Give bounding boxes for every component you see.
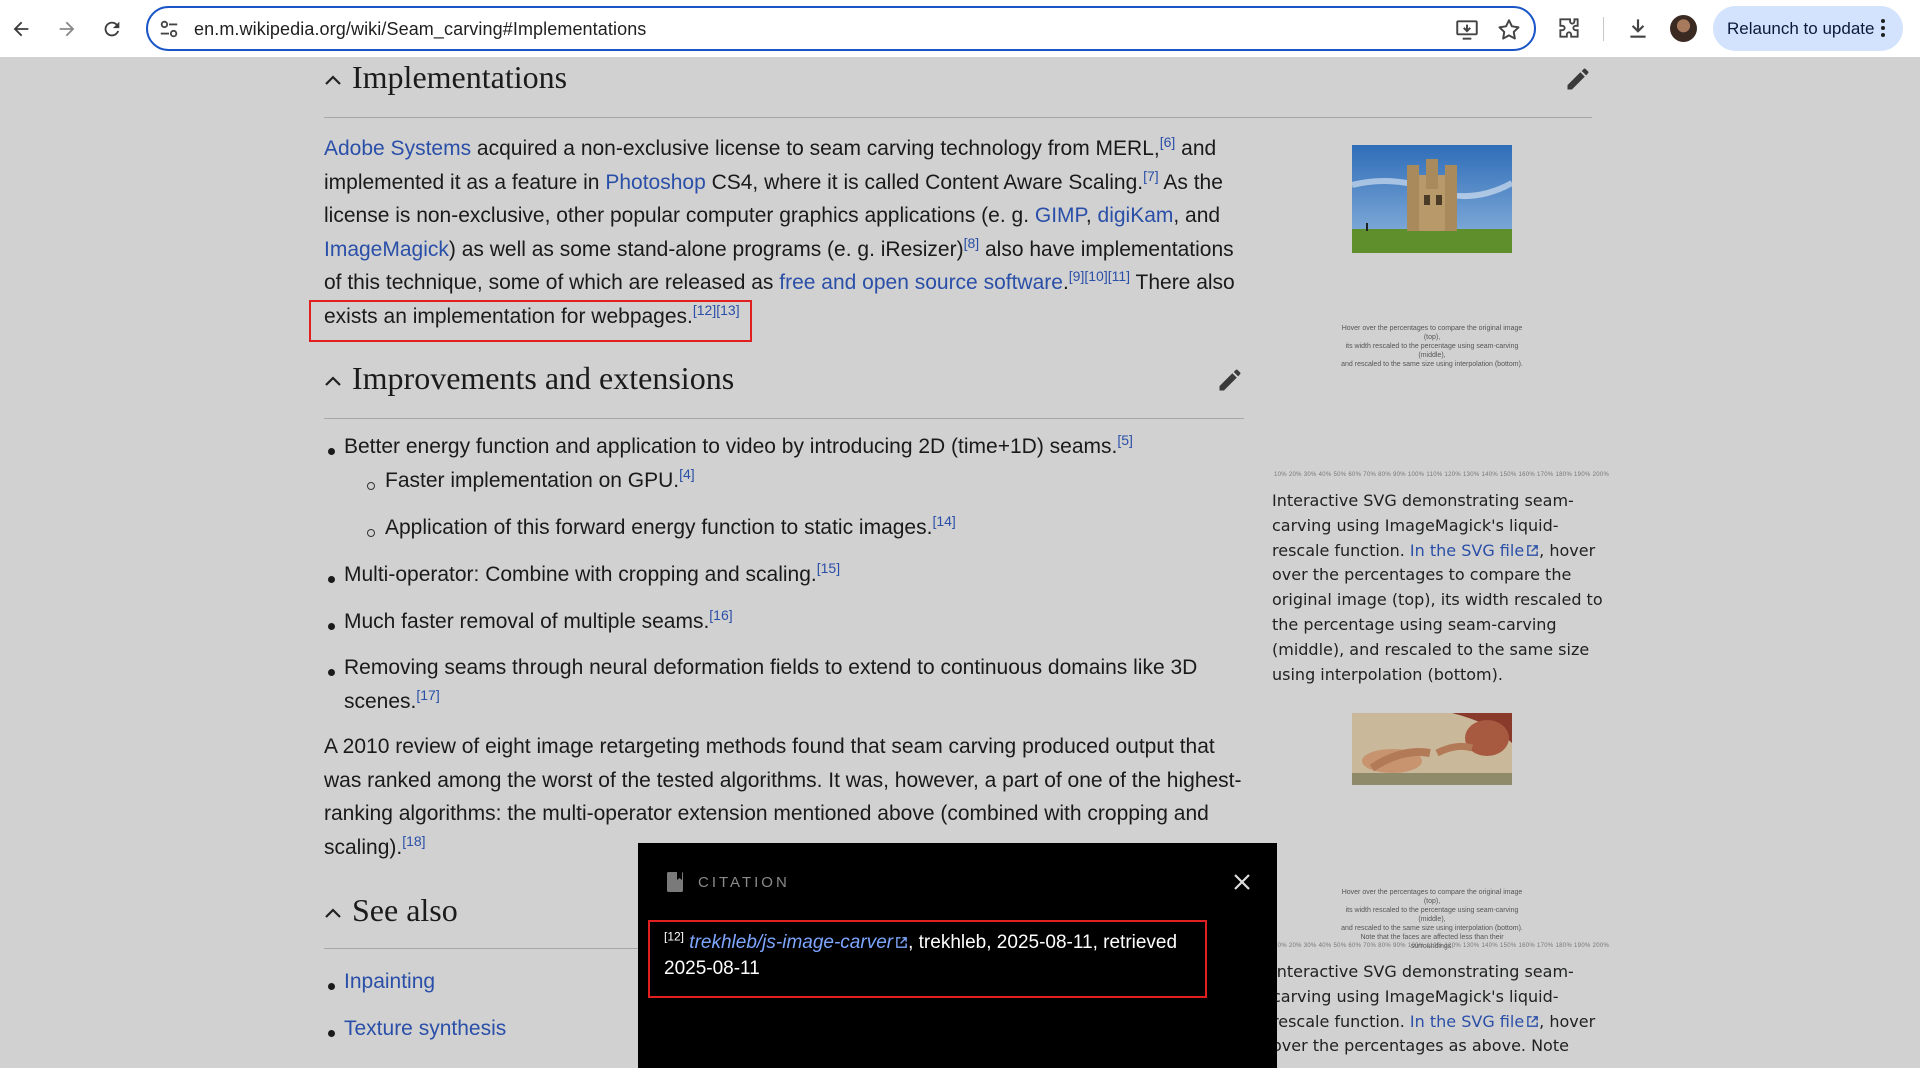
edit-pencil-icon[interactable] bbox=[1216, 366, 1244, 394]
profile-avatar[interactable] bbox=[1670, 15, 1697, 42]
section-divider bbox=[324, 117, 1592, 118]
ref-4[interactable]: [4] bbox=[679, 466, 695, 482]
link-imagemagick[interactable]: ImageMagick bbox=[324, 238, 449, 261]
bullet bbox=[328, 448, 335, 455]
sub-bullet bbox=[367, 482, 375, 490]
ref-16[interactable]: [16] bbox=[709, 607, 732, 623]
extensions-icon[interactable] bbox=[1556, 15, 1582, 41]
relaunch-button[interactable]: Relaunch to update bbox=[1713, 6, 1903, 51]
more-vert-icon[interactable] bbox=[1873, 17, 1893, 39]
install-app-icon[interactable] bbox=[1454, 17, 1480, 43]
figure2-percentage-scale[interactable]: 10% 20% 30% 40% 50% 60% 70% 80% 90% 100%… bbox=[1274, 943, 1609, 949]
reload-button[interactable] bbox=[95, 12, 129, 46]
external-link-icon bbox=[1527, 544, 1539, 556]
collapse-chevron-icon[interactable] bbox=[322, 902, 344, 924]
list-item-continued: scenes.[17] bbox=[344, 687, 440, 713]
download-icon[interactable] bbox=[1625, 15, 1651, 41]
collapse-chevron-icon[interactable] bbox=[322, 370, 344, 392]
section-divider bbox=[324, 948, 644, 949]
bullet bbox=[328, 983, 335, 990]
creation-of-adam-thumbnail[interactable] bbox=[1352, 713, 1512, 785]
ref-10[interactable]: [10] bbox=[1084, 268, 1107, 284]
ref-17[interactable]: [17] bbox=[416, 687, 439, 703]
link-svg-file[interactable]: In the SVG file bbox=[1410, 541, 1524, 560]
site-settings-icon[interactable] bbox=[158, 18, 180, 40]
bullet bbox=[328, 1030, 335, 1037]
reload-icon bbox=[104, 21, 120, 37]
back-icon bbox=[13, 21, 29, 37]
bullet bbox=[328, 623, 335, 630]
bullet bbox=[328, 669, 335, 676]
forward-button[interactable] bbox=[50, 12, 84, 46]
relaunch-label: Relaunch to update bbox=[1727, 18, 1875, 38]
section-heading-implementations: Implementations bbox=[352, 59, 568, 95]
list-item: Better energy function and application t… bbox=[344, 432, 1133, 458]
external-link-icon bbox=[1527, 1015, 1539, 1027]
ref-7[interactable]: [7] bbox=[1143, 168, 1159, 184]
citation-book-icon bbox=[667, 872, 683, 892]
browser-toolbar: en.m.wikipedia.org/wiki/Seam_carving#Imp… bbox=[0, 0, 1920, 57]
ref-11[interactable]: [11] bbox=[1108, 268, 1130, 284]
bookmark-star-icon[interactable] bbox=[1496, 17, 1522, 43]
figure2-hover-note: Hover over the percentages to compare th… bbox=[1341, 889, 1523, 950]
link-digikam[interactable]: digiKam bbox=[1098, 204, 1174, 227]
ref-15[interactable]: [15] bbox=[817, 560, 840, 576]
ref-9[interactable]: [9] bbox=[1069, 268, 1085, 284]
forward-icon bbox=[59, 21, 75, 37]
edit-pencil-icon[interactable] bbox=[1564, 65, 1592, 93]
figure2-caption: Interactive SVG demonstrating seam- carv… bbox=[1272, 962, 1596, 1056]
toolbar-separator bbox=[1603, 17, 1604, 41]
close-icon[interactable] bbox=[1229, 869, 1255, 895]
citation-popup: CITATION [12] trekhleb/js-image-carver, … bbox=[638, 843, 1277, 1068]
ref-6[interactable]: [6] bbox=[1160, 134, 1176, 150]
highlight-box-webpages bbox=[309, 300, 752, 342]
ref-14[interactable]: [14] bbox=[932, 513, 955, 529]
ref-5[interactable]: [5] bbox=[1117, 432, 1133, 448]
section-heading-see-also: See also bbox=[352, 892, 458, 928]
list-item: Faster implementation on GPU.[4] bbox=[385, 466, 695, 492]
link-svg-file[interactable]: In the SVG file bbox=[1410, 1012, 1524, 1031]
section-divider bbox=[324, 418, 1244, 419]
ref-8[interactable]: [8] bbox=[964, 235, 980, 251]
link-photoshop[interactable]: Photoshop bbox=[605, 171, 705, 194]
figure1-percentage-scale[interactable]: 10% 20% 30% 40% 50% 60% 70% 80% 90% 100%… bbox=[1274, 472, 1609, 478]
url-text[interactable]: en.m.wikipedia.org/wiki/Seam_carving#Imp… bbox=[194, 19, 646, 40]
citation-label: CITATION bbox=[698, 874, 790, 891]
link-adobe-systems[interactable]: Adobe Systems bbox=[324, 137, 471, 160]
link-inpainting[interactable]: Inpainting bbox=[344, 970, 435, 994]
address-bar[interactable]: en.m.wikipedia.org/wiki/Seam_carving#Imp… bbox=[146, 6, 1536, 51]
highlight-box-citation bbox=[648, 920, 1207, 998]
bullet bbox=[328, 576, 335, 583]
ref-18[interactable]: [18] bbox=[402, 833, 425, 849]
list-item: Application of this forward energy funct… bbox=[385, 513, 956, 539]
link-gimp[interactable]: GIMP bbox=[1035, 204, 1086, 227]
sub-bullet bbox=[367, 529, 375, 537]
link-foss[interactable]: free and open source software bbox=[779, 271, 1063, 294]
list-item: Multi-operator: Combine with cropping an… bbox=[344, 560, 841, 586]
list-item: Much faster removal of multiple seams.[1… bbox=[344, 607, 733, 633]
section-heading-improvements: Improvements and extensions bbox=[352, 360, 735, 396]
back-button[interactable] bbox=[4, 12, 38, 46]
broadway-tower-thumbnail[interactable] bbox=[1352, 145, 1512, 253]
figure1-caption: Interactive SVG demonstrating seam- carv… bbox=[1272, 491, 1603, 684]
figure1-hover-note: Hover over the percentages to compare th… bbox=[1341, 325, 1523, 368]
collapse-chevron-icon[interactable] bbox=[322, 69, 344, 91]
list-item: Removing seams through neural deformatio… bbox=[344, 656, 1198, 679]
link-texture-synthesis[interactable]: Texture synthesis bbox=[344, 1017, 506, 1041]
